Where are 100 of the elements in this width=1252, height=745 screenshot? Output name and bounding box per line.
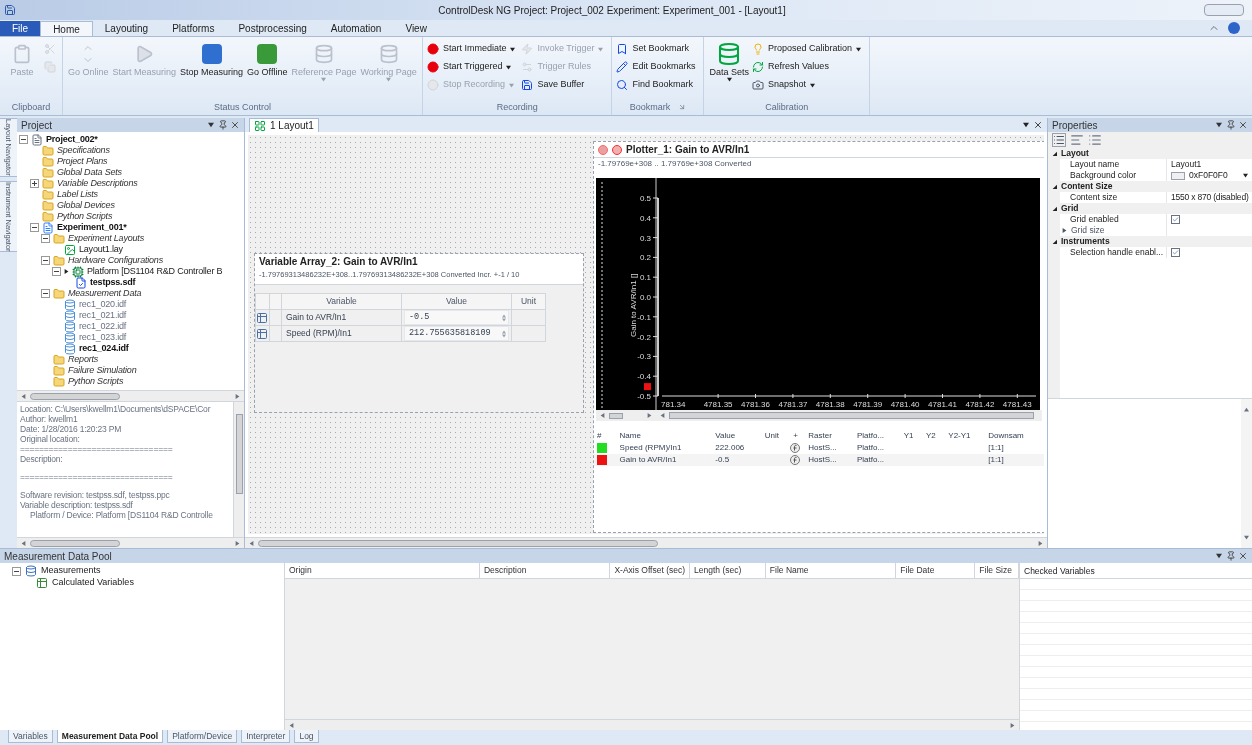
row-expander-icon[interactable] bbox=[1062, 228, 1067, 233]
document-tab[interactable]: 1 Layout1 bbox=[249, 118, 319, 132]
ribbon-tab[interactable]: Postprocessing bbox=[226, 21, 319, 36]
checkbox[interactable] bbox=[1171, 215, 1180, 224]
expander-icon[interactable] bbox=[52, 267, 61, 276]
x-tick-label: 4781.37 bbox=[778, 400, 808, 409]
vertical-scrollbar[interactable] bbox=[1241, 399, 1252, 548]
ribbon-tab[interactable]: View bbox=[393, 21, 439, 36]
ribbon-button[interactable]: Proposed Calibration bbox=[752, 41, 866, 57]
ribbon-tab[interactable]: Automation bbox=[318, 21, 394, 36]
expander-icon[interactable] bbox=[30, 223, 39, 232]
categorized-icon[interactable] bbox=[1052, 133, 1066, 147]
horizontal-scrollbar[interactable] bbox=[245, 537, 1047, 548]
expander-icon[interactable] bbox=[30, 179, 39, 188]
expander-icon[interactable] bbox=[41, 256, 50, 265]
close-icon[interactable] bbox=[1033, 120, 1043, 130]
scroll-left-icon[interactable] bbox=[21, 393, 26, 399]
scroll-thumb[interactable] bbox=[30, 392, 120, 400]
dropdown-caret-icon[interactable] bbox=[1023, 122, 1029, 128]
plotter-icon bbox=[612, 144, 622, 155]
scroll-up-icon[interactable] bbox=[1244, 407, 1249, 412]
category-expander-icon[interactable] bbox=[1052, 239, 1057, 244]
dropdown-caret-icon[interactable] bbox=[1216, 122, 1222, 128]
property-value[interactable]: 1550 x 870 (disabled) bbox=[1171, 191, 1249, 204]
scroll-left-icon[interactable] bbox=[249, 540, 254, 546]
ribbon-button[interactable]: Edit Bookmarks bbox=[616, 59, 700, 75]
tree-item[interactable]: Calculated Variables bbox=[52, 576, 134, 590]
close-icon[interactable] bbox=[1238, 120, 1248, 130]
group-label: Recording bbox=[496, 100, 538, 114]
scroll-right-icon[interactable] bbox=[1038, 540, 1043, 546]
tick-label: 781.34 bbox=[661, 400, 686, 409]
ribbon-button[interactable]: Snapshot bbox=[752, 77, 866, 93]
caret-icon bbox=[598, 46, 604, 52]
scroll-left-icon[interactable] bbox=[289, 722, 294, 728]
scroll-right-icon[interactable] bbox=[235, 393, 240, 399]
expander-icon[interactable] bbox=[12, 566, 21, 576]
ribbon-button[interactable]: Refresh Values bbox=[752, 59, 866, 75]
plotter-icon bbox=[598, 144, 608, 155]
scroll-thumb[interactable] bbox=[235, 414, 243, 494]
ribbon-button[interactable]: Stop Measuring bbox=[179, 41, 245, 77]
ribbon-button[interactable]: Set Bookmark bbox=[616, 41, 700, 57]
scroll-left-icon[interactable] bbox=[600, 413, 605, 418]
pin-icon[interactable] bbox=[1226, 551, 1236, 561]
checkbox[interactable] bbox=[1171, 248, 1180, 257]
ribbon-button[interactable]: Start Immediate bbox=[426, 41, 520, 57]
save-icon[interactable] bbox=[4, 4, 16, 16]
square-tile-icon bbox=[257, 44, 278, 64]
expander-icon[interactable] bbox=[41, 234, 50, 243]
horizontal-scrollbar[interactable] bbox=[17, 390, 244, 401]
category-expander-icon[interactable] bbox=[1052, 184, 1057, 189]
list-icon[interactable] bbox=[1088, 133, 1102, 147]
close-icon[interactable] bbox=[230, 120, 240, 130]
down-icon bbox=[502, 333, 506, 338]
window-controls[interactable] bbox=[1204, 4, 1244, 16]
property-value[interactable]: 0xF0F0F0 bbox=[1189, 169, 1228, 182]
category-expander-icon[interactable] bbox=[1052, 206, 1057, 211]
info-line: Location: C:\Users\kwellm1\Documents\dSPACE\Cor bbox=[20, 404, 212, 414]
dropdown-caret-icon[interactable] bbox=[1243, 173, 1248, 178]
spinner-icon[interactable] bbox=[500, 313, 508, 322]
tree-item[interactable]: Measurements bbox=[41, 564, 101, 578]
scroll-right-icon[interactable] bbox=[235, 540, 240, 546]
alphabetical-icon[interactable] bbox=[1070, 133, 1084, 147]
category-expander-icon[interactable] bbox=[1052, 151, 1057, 156]
property-value[interactable]: Layout1 bbox=[1171, 158, 1202, 171]
scroll-left-icon[interactable] bbox=[660, 413, 665, 418]
expander-icon[interactable] bbox=[41, 289, 50, 298]
pin-icon[interactable] bbox=[218, 120, 228, 130]
ribbon-tab[interactable]: Home bbox=[40, 21, 93, 36]
expander-icon[interactable] bbox=[19, 135, 28, 144]
ribbon-button[interactable]: Go Offline bbox=[246, 41, 289, 77]
file-tab[interactable]: File bbox=[0, 21, 41, 36]
ribbon-button[interactable]: Start Triggered bbox=[426, 59, 520, 75]
pin-icon[interactable] bbox=[1226, 120, 1236, 130]
ribbon-tab[interactable]: Layouting bbox=[92, 21, 161, 36]
close-icon[interactable] bbox=[1238, 551, 1248, 561]
ribbon-tab[interactable]: Platforms bbox=[160, 21, 227, 36]
vertical-scrollbar[interactable] bbox=[233, 402, 244, 537]
ribbon-button[interactable]: Data Sets bbox=[708, 41, 750, 82]
scroll-left-icon[interactable] bbox=[21, 540, 26, 546]
column-header: Length (sec) bbox=[690, 563, 766, 579]
value-spin-field[interactable]: -0.5 bbox=[404, 310, 509, 326]
horizontal-scrollbar[interactable] bbox=[285, 719, 1019, 730]
scroll-thumb[interactable] bbox=[30, 539, 120, 547]
dropdown-caret-icon[interactable] bbox=[1216, 553, 1222, 559]
scroll-right-icon[interactable] bbox=[647, 413, 652, 418]
scroll-right-icon[interactable] bbox=[1010, 722, 1015, 728]
horizontal-scrollbar[interactable] bbox=[17, 537, 244, 548]
dialog-launcher-icon[interactable] bbox=[678, 103, 687, 112]
help-icon[interactable] bbox=[1228, 22, 1240, 34]
layout-canvas[interactable] bbox=[248, 135, 1044, 534]
value-spin-field[interactable]: 212.755635818109 bbox=[404, 326, 509, 342]
variable-icon bbox=[256, 327, 268, 340]
dropdown-caret-icon[interactable] bbox=[208, 122, 214, 128]
spinner-icon[interactable] bbox=[500, 329, 508, 338]
y-tick-label: -0.3 bbox=[637, 352, 652, 362]
scroll-down-icon[interactable] bbox=[1244, 535, 1249, 540]
ribbon-button[interactable]: Find Bookmark bbox=[616, 77, 700, 93]
scroll-thumb[interactable] bbox=[609, 412, 623, 419]
scroll-thumb[interactable] bbox=[258, 539, 658, 547]
ribbon-button[interactable]: Save Buffer bbox=[521, 77, 608, 93]
